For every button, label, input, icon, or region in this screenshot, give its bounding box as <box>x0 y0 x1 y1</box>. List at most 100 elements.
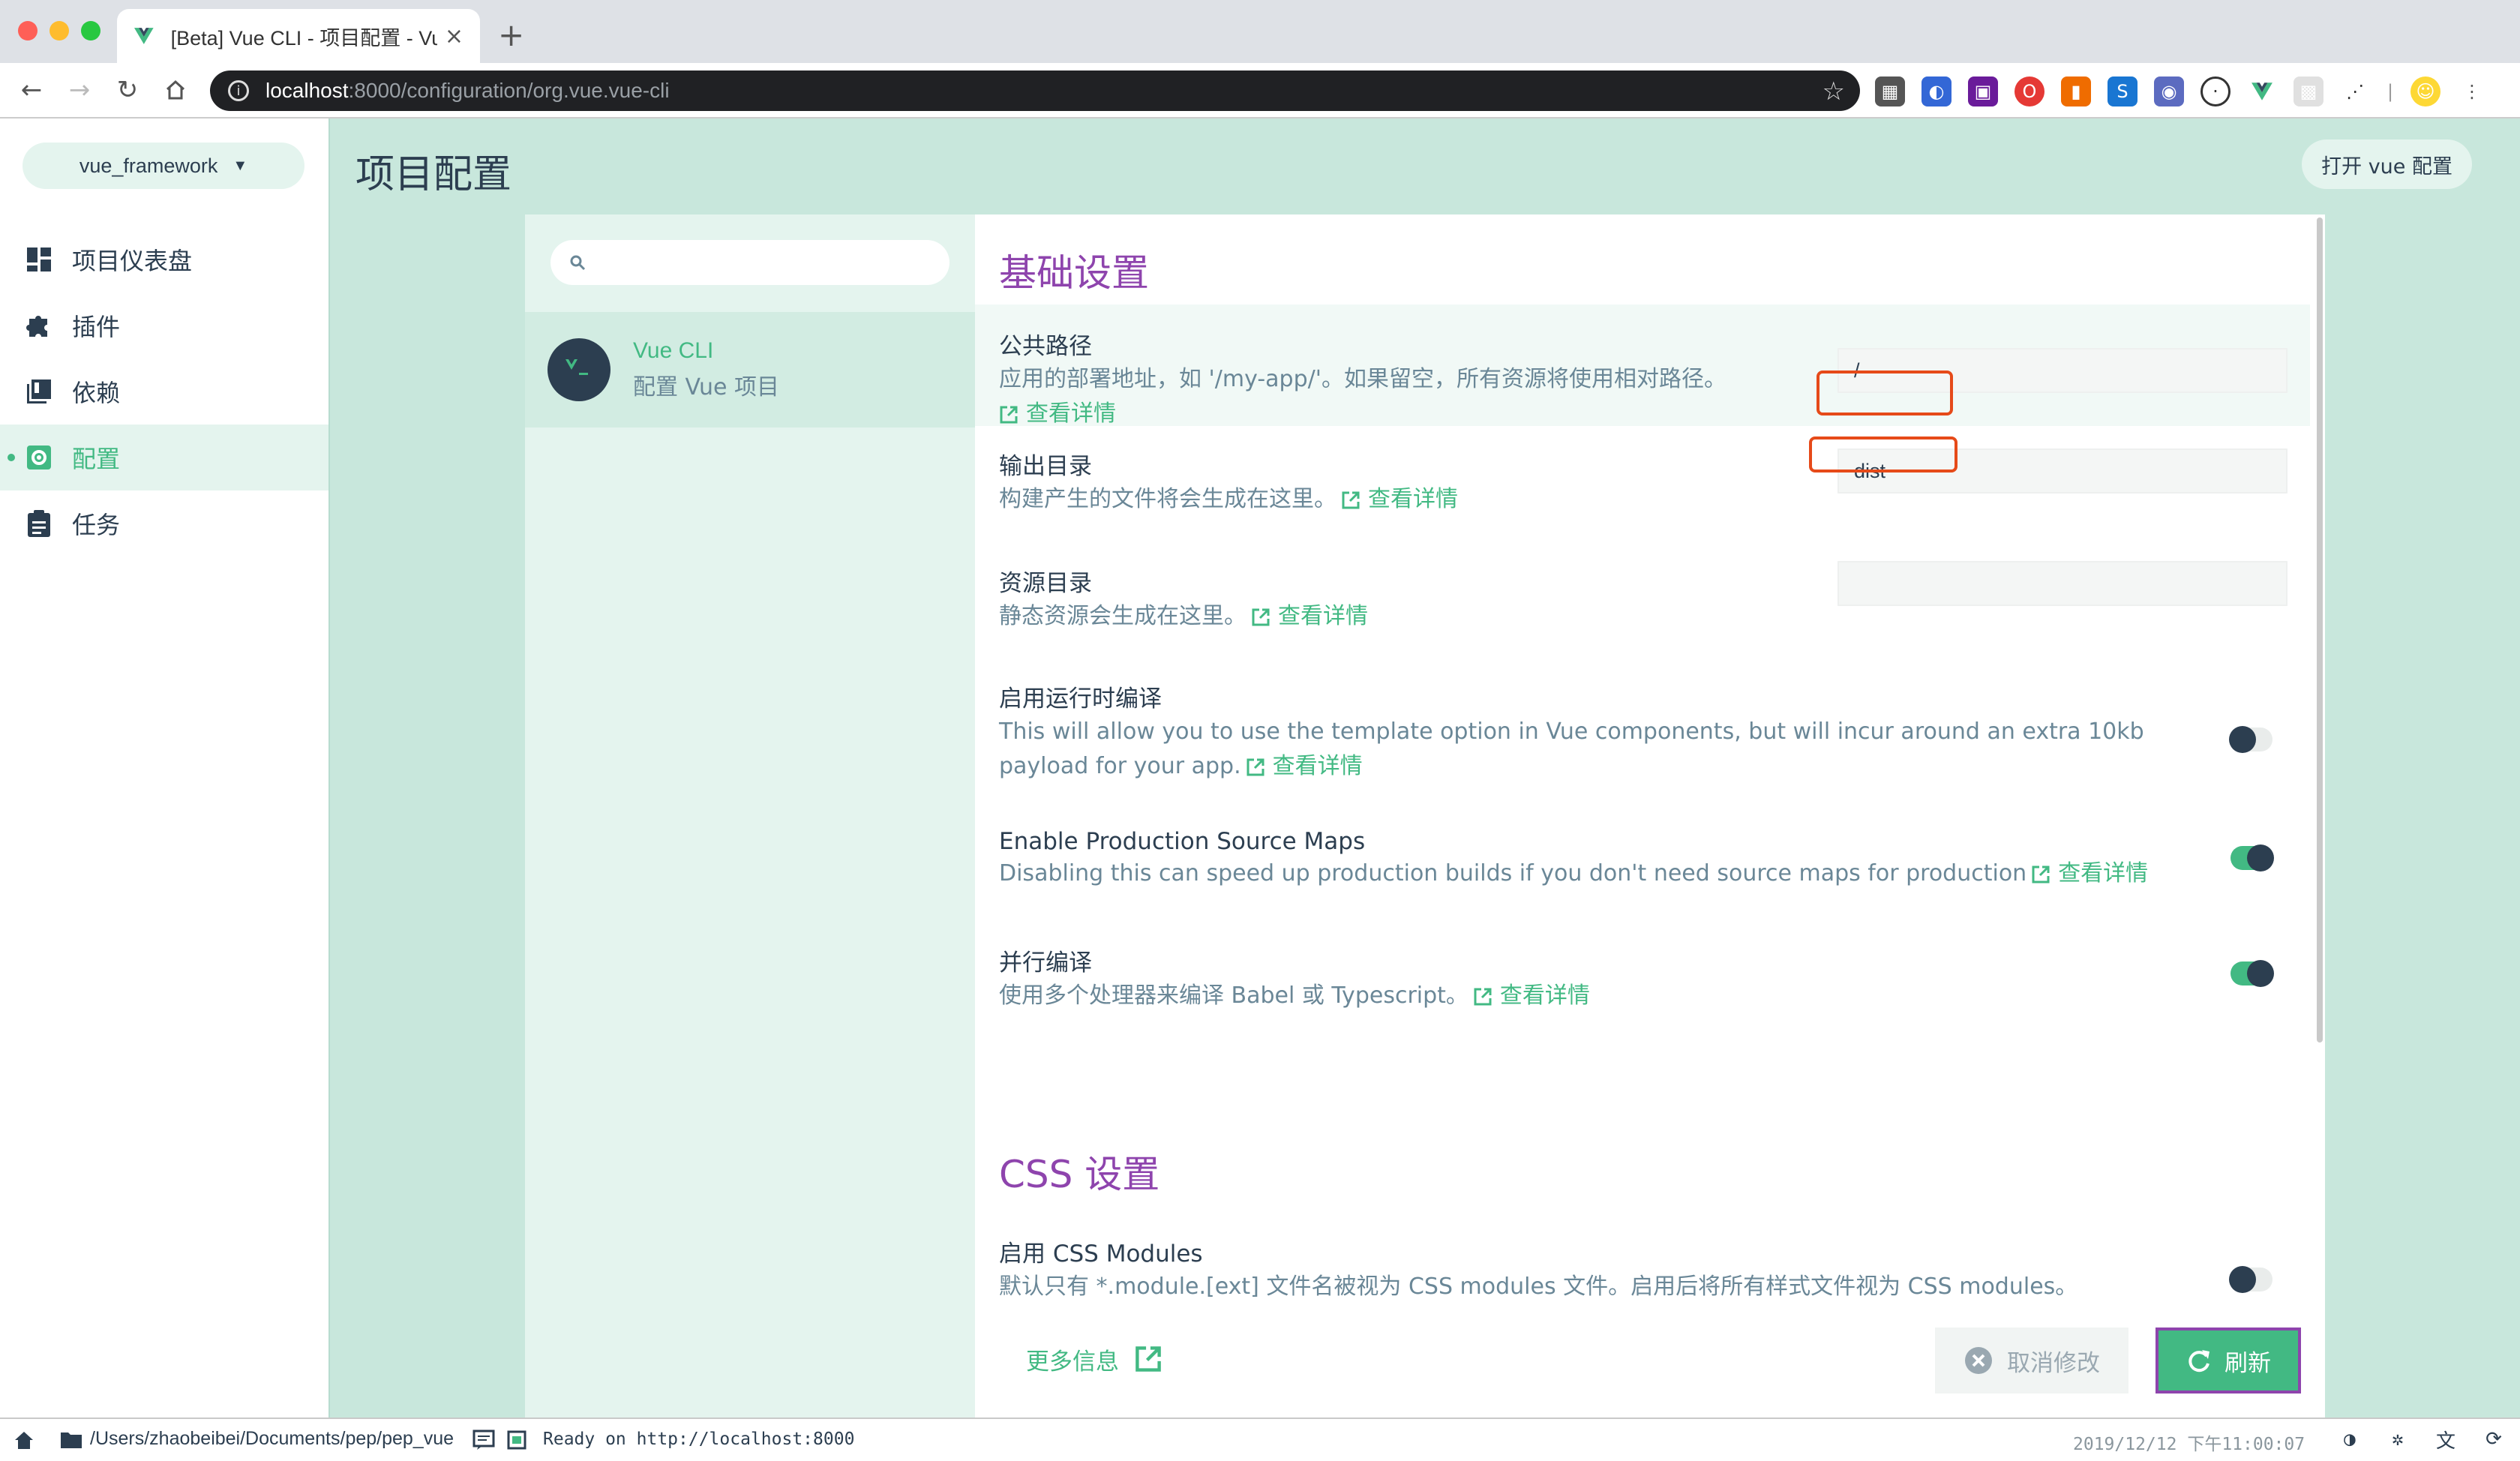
camera-extension-icon[interactable]: ◉ <box>2154 76 2184 106</box>
sidebar-item-label: 配置 <box>72 445 121 473</box>
external-link-icon <box>1342 491 1360 508</box>
vue-ui-app: vue_framework ▼ 项目仪表盘 插件 依赖 配置 任务 项目配置 打… <box>0 118 2520 1418</box>
setting-parallel: 并行编译 使用多个处理器来编译 Babel 或 Typescript。 查看详情 <box>975 944 2310 1034</box>
project-path[interactable]: /Users/zhaobeibei/Documents/pep/pep_vue <box>90 1428 454 1450</box>
setting-assets-dir: 资源目录 静态资源会生成在这里。 查看详情 <box>975 561 2310 654</box>
toggle-knob <box>2247 960 2274 987</box>
plugin-item-vue-cli[interactable]: Vue CLI 配置 Vue 项目 <box>525 312 975 428</box>
setting-label: Enable Production Source Maps <box>999 828 1366 855</box>
bug-report-icon[interactable]: ✲ <box>2386 1428 2409 1450</box>
terminal-icon[interactable] <box>507 1430 526 1450</box>
forward-icon[interactable]: → <box>63 74 96 106</box>
toggle-knob <box>2247 844 2274 872</box>
translate-extension-icon[interactable]: ◐ <box>1922 76 1952 106</box>
scrollbar-thumb[interactable] <box>2317 218 2323 1042</box>
reload-icon[interactable]: ⟳ <box>2482 1428 2505 1450</box>
section-title-basic: 基础设置 <box>999 251 1149 295</box>
sidebar-item-dashboard[interactable]: 项目仪表盘 <box>0 226 328 292</box>
home-icon[interactable] <box>159 74 192 106</box>
more-details-link[interactable]: 查看详情 <box>1273 753 1363 779</box>
setting-description: Disabling this can speed up production b… <box>999 856 2286 891</box>
grid-extension-icon[interactable]: ▩ <box>2294 76 2324 106</box>
folder-icon[interactable] <box>60 1430 82 1449</box>
browser-tab[interactable]: [Beta] Vue CLI - 项目配置 - Vue × <box>117 9 480 63</box>
more-details-link[interactable]: 查看详情 <box>2058 860 2148 886</box>
more-info-link[interactable]: 更多信息 <box>1026 1326 1162 1392</box>
vue-devtools-extension-icon[interactable] <box>2247 76 2277 106</box>
more-details-link[interactable]: 查看详情 <box>1368 486 1458 512</box>
assets-dir-input[interactable] <box>1838 561 2288 606</box>
settings-icon <box>24 442 54 472</box>
more-details-link[interactable]: 查看详情 <box>1500 982 1590 1009</box>
setting-runtime-compiler: 启用运行时编译 This will allow you to use the t… <box>975 680 2310 800</box>
project-selector[interactable]: vue_framework ▼ <box>22 142 304 189</box>
more-details-link[interactable]: 查看详情 <box>1278 603 1368 629</box>
external-link-icon <box>1136 1346 1161 1372</box>
window-close-button[interactable] <box>18 21 38 40</box>
dots-extension-icon[interactable]: ⋰ <box>2340 76 2370 106</box>
library-icon <box>24 376 54 406</box>
status-actions: ◑ ✲ ⽂ ⟳ <box>2338 1428 2505 1453</box>
plugin-name: Vue CLI <box>633 338 714 363</box>
opera-extension-icon[interactable]: O <box>2014 76 2044 106</box>
cancel-icon <box>1965 1347 1992 1374</box>
sidebar-item-configuration[interactable]: 配置 <box>0 424 328 490</box>
s-extension-icon[interactable]: S <box>2108 76 2138 106</box>
qr-extension-icon[interactable]: ▦ <box>1875 76 1905 106</box>
more-info-label: 更多信息 <box>1026 1348 1119 1376</box>
parallel-toggle[interactable] <box>2230 960 2274 987</box>
theme-toggle-icon[interactable]: ◑ <box>2338 1428 2361 1450</box>
office-extension-icon[interactable]: ▮ <box>2061 76 2091 106</box>
profile-avatar-icon[interactable]: ☺ <box>2410 76 2440 106</box>
sidebar-item-plugins[interactable]: 插件 <box>0 292 328 358</box>
site-info-icon[interactable]: i <box>228 80 249 101</box>
back-icon[interactable]: ← <box>15 74 48 106</box>
setting-description-text: 静态资源会生成在这里。 <box>999 603 1246 629</box>
sidebar-item-label: 插件 <box>72 313 121 341</box>
caret-down-icon: ▼ <box>232 157 248 174</box>
css-modules-toggle[interactable] <box>2229 1266 2272 1293</box>
setting-description-text: 使用多个处理器来编译 Babel 或 Typescript。 <box>999 982 1468 1009</box>
toggle-knob <box>2229 1266 2256 1293</box>
runtime-compiler-toggle[interactable] <box>2229 726 2272 753</box>
open-vue-config-button[interactable]: 打开 vue 配置 <box>2302 140 2472 189</box>
sidebar-item-dependencies[interactable]: 依赖 <box>0 358 328 424</box>
search-input[interactable] <box>597 250 927 274</box>
translate-icon[interactable]: ⽂ <box>2434 1428 2457 1453</box>
circle-extension-icon[interactable]: · <box>2200 76 2230 106</box>
window-minimize-button[interactable] <box>50 21 69 40</box>
rp-extension-icon[interactable]: ▣ <box>1968 76 1998 106</box>
sidebar-item-label: 依赖 <box>72 379 121 407</box>
setting-source-maps: Enable Production Source Maps Disabling … <box>975 828 2310 918</box>
browser-menu-icon[interactable]: ⋮ <box>2457 76 2487 106</box>
setting-description: This will allow you to use the template … <box>999 715 2169 784</box>
log-icon[interactable] <box>472 1430 495 1450</box>
timestamp: 2019/12/12 下午11:00:07 <box>2073 1435 2306 1454</box>
server-status: Ready on http://localhost:8000 <box>543 1430 855 1449</box>
refresh-button[interactable]: 刷新 <box>2156 1328 2301 1394</box>
new-tab-icon[interactable]: + <box>498 16 524 53</box>
url-path: :8000/configuration/org.vue.vue-cli <box>348 79 670 102</box>
window-zoom-button[interactable] <box>81 21 100 40</box>
browser-tab-bar: [Beta] Vue CLI - 项目配置 - Vue × + <box>0 0 2520 63</box>
more-details-link[interactable]: 查看详情 <box>1026 400 1116 427</box>
setting-description: 默认只有 *.module.[ext] 文件名被视为 CSS modules 文… <box>999 1274 2078 1300</box>
external-link-icon <box>2032 866 2050 883</box>
external-link-icon <box>1252 608 1270 626</box>
status-bar: /Users/zhaobeibei/Documents/pep/pep_vue … <box>0 1418 2520 1461</box>
settings-scrollbar[interactable] <box>2314 214 2325 1418</box>
sidebar-item-tasks[interactable]: 任务 <box>0 490 328 556</box>
setting-label: 启用运行时编译 <box>999 686 1162 712</box>
config-panel: Vue CLI 配置 Vue 项目 基础设置 公共路径 应用的部署地址，如 '/… <box>525 214 2325 1418</box>
setting-description-text: 构建产生的文件将会生成在这里。 <box>999 486 1336 512</box>
search-box[interactable] <box>550 240 950 285</box>
address-bar[interactable]: i localhost:8000/configuration/org.vue.v… <box>210 70 1860 111</box>
home-icon[interactable] <box>12 1428 36 1452</box>
tab-close-icon[interactable]: × <box>445 23 464 50</box>
source-maps-toggle[interactable] <box>2230 844 2274 872</box>
reload-icon[interactable]: ↻ <box>111 74 144 106</box>
bookmark-star-icon[interactable]: ☆ <box>1822 76 1845 106</box>
setting-public-path: 公共路径 应用的部署地址，如 '/my-app/'。如果留空，所有资源将使用相对… <box>975 304 2310 427</box>
cancel-changes-button[interactable]: 取消修改 <box>1935 1328 2128 1394</box>
puzzle-icon <box>24 310 54 340</box>
